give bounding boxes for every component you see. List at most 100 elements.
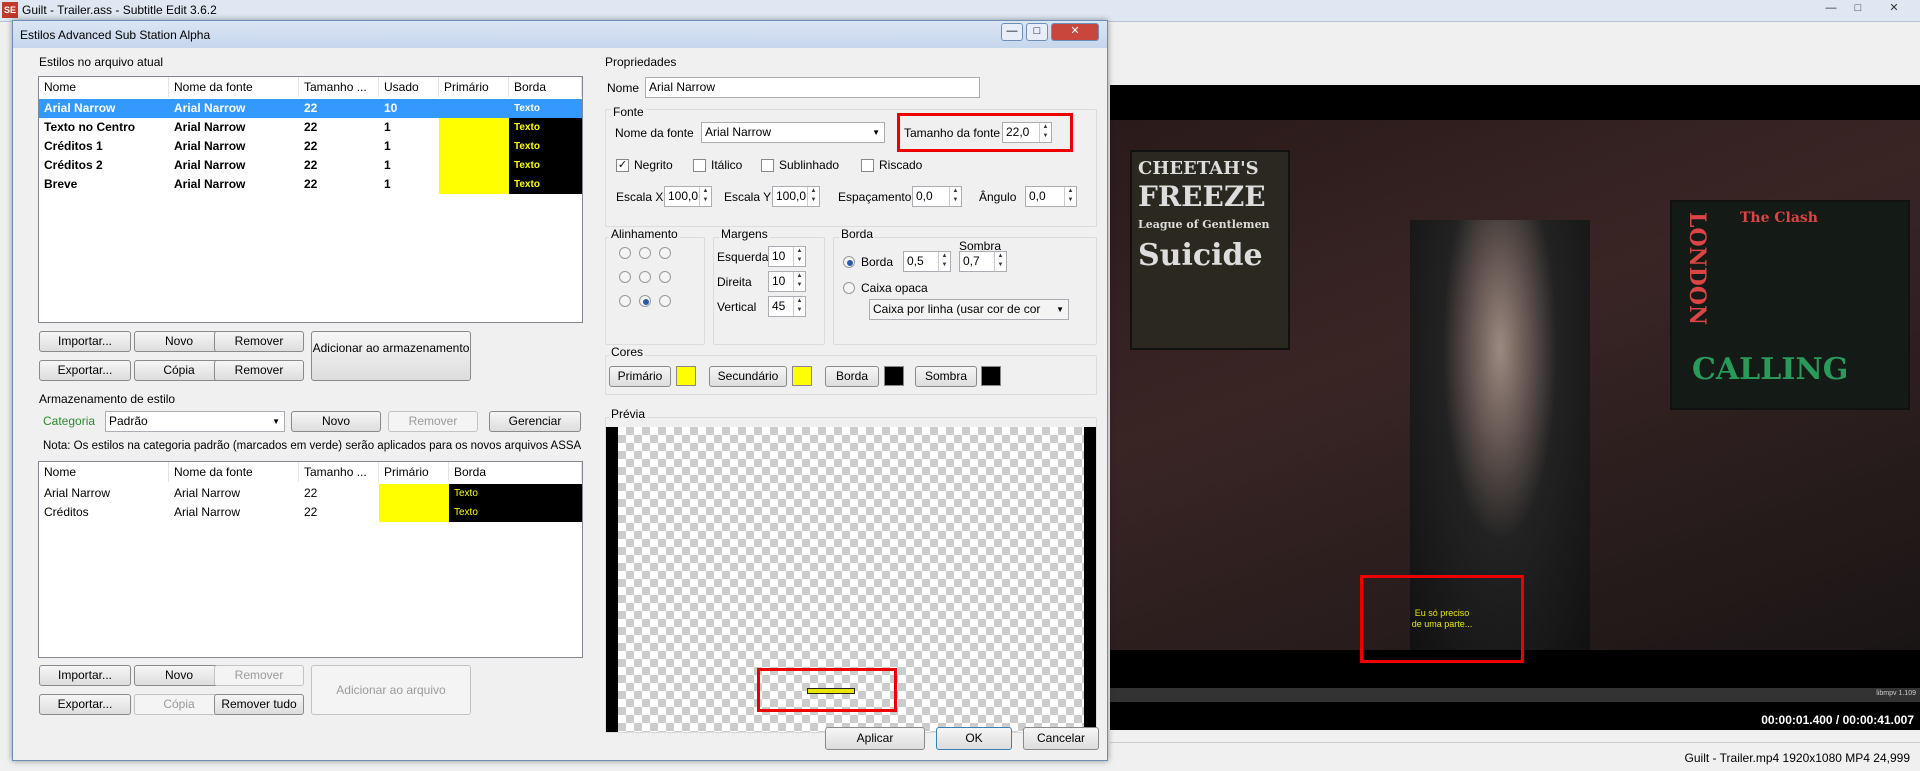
spinner-icon[interactable]: ▲ ▼ [793, 247, 805, 266]
spacing-input[interactable]: 0,0 ▲ ▼ [912, 186, 962, 207]
col-font[interactable]: Nome da fonte [169, 77, 299, 97]
dialog-minimize-icon[interactable]: — [1001, 23, 1023, 41]
video-frame: CHEETAH'S FREEZE League of Gentlemen Sui… [1110, 120, 1920, 650]
align-2-radio[interactable] [639, 295, 651, 307]
remove-button-2[interactable]: Remover [214, 360, 304, 381]
spinner-icon[interactable]: ▲ ▼ [1064, 187, 1076, 206]
table-row[interactable]: Créditos 1 Arial Narrow 22 1 Texto [39, 137, 582, 156]
cell-name: Créditos 2 [44, 158, 103, 172]
spinner-icon[interactable]: ▲ ▼ [938, 252, 950, 271]
col-primary[interactable]: Primário [439, 77, 509, 97]
table-row[interactable]: Arial Narrow Arial Narrow 22 Texto [39, 484, 582, 503]
margin-left-input[interactable]: 10 ▲ ▼ [768, 246, 806, 267]
cell-border: Texto [514, 103, 540, 114]
border-width-input[interactable]: 0,5 ▲ ▼ [903, 251, 951, 272]
bold-checkbox[interactable]: ✓ [616, 159, 629, 172]
remove-all-button[interactable]: Remover tudo [214, 694, 304, 715]
spinner-icon[interactable]: ▲ ▼ [807, 187, 819, 206]
cancel-button[interactable]: Cancelar [1023, 727, 1099, 750]
align-4-radio[interactable] [619, 271, 631, 283]
align-3-radio[interactable] [659, 295, 671, 307]
spinner-icon[interactable]: ▲ ▼ [793, 272, 805, 291]
table-row[interactable]: Arial Narrow Arial Narrow 22 10 Texto [39, 99, 582, 118]
align-9-radio[interactable] [659, 247, 671, 259]
storage-new-button-2[interactable]: Novo [134, 665, 224, 686]
col-size[interactable]: Tamanho ... [299, 462, 379, 482]
border-radio[interactable] [843, 256, 855, 268]
secondary-color-button[interactable]: Secundário [709, 366, 787, 387]
spinner-icon[interactable]: ▲ ▼ [699, 187, 711, 206]
add-to-storage-button[interactable]: Adicionar ao armazenamento [311, 331, 471, 381]
storage-styles-list[interactable]: Nome Nome da fonte Tamanho ... Primário … [38, 461, 583, 658]
scale-x-input[interactable]: 100,0 ▲ ▼ [664, 186, 712, 207]
scale-x-label: Escala X [616, 190, 664, 204]
align-1-radio[interactable] [619, 295, 631, 307]
col-border[interactable]: Borda [509, 77, 582, 97]
shadow-color-button[interactable]: Sombra [915, 366, 977, 387]
add-to-file-button[interactable]: Adicionar ao arquivo [311, 665, 471, 715]
align-8-radio[interactable] [639, 247, 651, 259]
underline-checkbox[interactable] [761, 159, 774, 172]
box-type-select[interactable]: Caixa por linha (usar cor de cor ▼ [869, 299, 1069, 320]
border-color-swatch [884, 366, 904, 386]
col-size[interactable]: Tamanho ... [299, 77, 379, 97]
col-name[interactable]: Nome [39, 77, 169, 97]
opaque-box-radio[interactable] [843, 282, 855, 294]
scale-y-input[interactable]: 100,0 ▲ ▼ [772, 186, 820, 207]
dialog-title-bar: Estilos Advanced Sub Station Alpha — □ ✕ [13, 21, 1107, 48]
copy-button[interactable]: Cópia [134, 360, 224, 381]
angle-input[interactable]: 0,0 ▲ ▼ [1025, 186, 1077, 207]
col-font[interactable]: Nome da fonte [169, 462, 299, 482]
col-primary[interactable]: Primário [379, 462, 449, 482]
name-input[interactable]: Arial Narrow [645, 77, 980, 98]
strikeout-checkbox[interactable] [861, 159, 874, 172]
cell-name: Breve [44, 177, 78, 191]
table-row[interactable]: Créditos 2 Arial Narrow 22 1 Texto [39, 156, 582, 175]
storage-remove-button-2[interactable]: Remover [214, 665, 304, 686]
margin-right-input[interactable]: 10 ▲ ▼ [768, 271, 806, 292]
align-5-radio[interactable] [639, 271, 651, 283]
cell-border: Texto [449, 503, 582, 522]
cell-size: 22 [304, 486, 318, 500]
cell-size: 22 [304, 158, 318, 172]
spinner-icon[interactable]: ▲ ▼ [1039, 123, 1051, 142]
close-icon[interactable]: ✕ [1872, 0, 1916, 18]
apply-button[interactable]: Aplicar [825, 727, 925, 750]
shadow-width-input[interactable]: 0,7 ▲ ▼ [959, 251, 1007, 272]
spinner-icon[interactable]: ▲ ▼ [994, 252, 1006, 271]
storage-new-button[interactable]: Novo [291, 411, 381, 432]
remove-button[interactable]: Remover [214, 331, 304, 352]
col-name[interactable]: Nome [39, 462, 169, 482]
spinner-icon[interactable]: ▲ ▼ [793, 297, 805, 316]
manage-button[interactable]: Gerenciar [489, 411, 581, 432]
table-row[interactable]: Créditos Arial Narrow 22 Texto [39, 503, 582, 522]
storage-export-button[interactable]: Exportar... [39, 694, 131, 715]
col-used[interactable]: Usado [379, 77, 439, 97]
dialog-maximize-icon[interactable]: □ [1026, 23, 1048, 41]
align-6-radio[interactable] [659, 271, 671, 283]
spinner-icon[interactable]: ▲ ▼ [949, 187, 961, 206]
export-button[interactable]: Exportar... [39, 360, 131, 381]
col-border[interactable]: Borda [449, 462, 582, 482]
category-select[interactable]: Padrão ▼ [105, 411, 285, 432]
file-styles-list[interactable]: Nome Nome da fonte Tamanho ... Usado Pri… [38, 76, 583, 323]
border-color-button[interactable]: Borda [825, 366, 879, 387]
ok-button[interactable]: OK [936, 727, 1012, 750]
align-7-radio[interactable] [619, 247, 631, 259]
new-button[interactable]: Novo [134, 331, 224, 352]
maximize-icon[interactable]: □ [1845, 0, 1871, 18]
storage-copy-button[interactable]: Cópia [134, 694, 224, 715]
primary-color-button[interactable]: Primário [609, 366, 671, 387]
table-row[interactable]: Texto no Centro Arial Narrow 22 1 Texto [39, 118, 582, 137]
table-row[interactable]: Breve Arial Narrow 22 1 Texto [39, 175, 582, 194]
font-size-input[interactable]: 22,0 ▲ ▼ [1002, 122, 1052, 143]
dialog-close-icon[interactable]: ✕ [1051, 23, 1099, 41]
italic-checkbox[interactable] [693, 159, 706, 172]
storage-remove-button[interactable]: Remover [388, 411, 478, 432]
font-name-select[interactable]: Arial Narrow ▼ [701, 122, 885, 143]
minimize-icon[interactable]: — [1818, 0, 1844, 18]
margin-vertical-input[interactable]: 45 ▲ ▼ [768, 296, 806, 317]
seek-bar[interactable]: libmpv 1.109 [1110, 688, 1920, 702]
storage-import-button[interactable]: Importar... [39, 665, 131, 686]
import-button[interactable]: Importar... [39, 331, 131, 352]
